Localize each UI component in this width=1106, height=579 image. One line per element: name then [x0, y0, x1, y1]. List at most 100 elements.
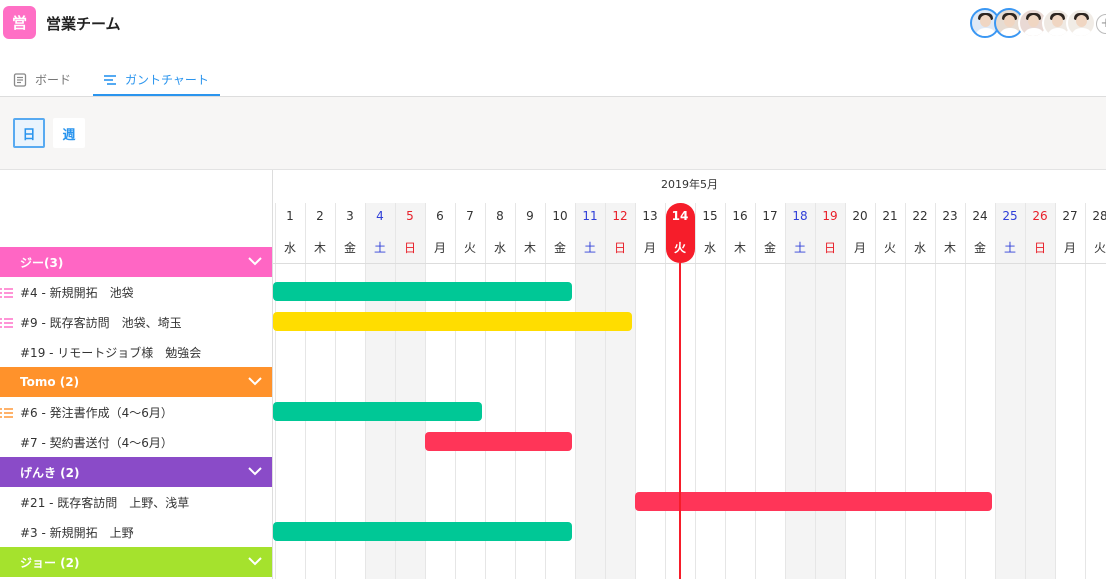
task-row[interactable]: #4 - 新規開拓 池袋 — [0, 277, 272, 307]
task-row[interactable]: #19 - リモートジョブ様 勉強会 — [0, 337, 272, 367]
timeline-header-divider — [273, 263, 1106, 264]
task-row[interactable]: #9 - 既存客訪問 池袋、埼玉 — [0, 307, 272, 337]
day-weekday: 月 — [433, 241, 446, 255]
day-weekday: 土 — [793, 241, 806, 255]
task-row[interactable]: #21 - 既存客訪問 上野、浅草 — [0, 487, 272, 517]
group-header[interactable]: ジー(3) — [0, 247, 272, 277]
task-bar[interactable] — [273, 522, 572, 541]
subtask-list-icon — [0, 407, 14, 418]
chevron-down-icon[interactable] — [248, 374, 262, 388]
day-weekday: 水 — [493, 241, 506, 255]
day-column — [575, 203, 605, 579]
tab-gantt[interactable]: ガントチャート — [103, 62, 209, 97]
day-column — [785, 203, 815, 579]
task-bar[interactable] — [273, 402, 482, 421]
day-weekday: 土 — [373, 241, 386, 255]
day-weekday: 金 — [553, 241, 566, 255]
chevron-down-icon[interactable] — [248, 254, 262, 268]
day-weekday: 木 — [313, 241, 326, 255]
gantt-icon — [103, 73, 117, 87]
day-number: 2 — [316, 209, 324, 223]
task-row[interactable]: #6 - 発注書作成（4〜6月） — [0, 397, 272, 427]
day-weekday: 木 — [523, 241, 536, 255]
view-tabs: ボード ガントチャート — [0, 62, 1106, 97]
scale-toolbar: 日 週 — [0, 97, 1106, 170]
day-column — [935, 203, 965, 579]
day-number: 1 — [286, 209, 294, 223]
day-number: 15 — [702, 209, 718, 223]
chevron-down-icon[interactable] — [248, 464, 262, 478]
day-number: 26 — [1032, 209, 1048, 223]
chevron-down-icon[interactable] — [248, 554, 262, 568]
day-column — [605, 203, 635, 579]
today-line — [679, 263, 681, 579]
task-label: #6 - 発注書作成（4〜6月） — [20, 405, 173, 420]
day-weekday: 金 — [763, 241, 776, 255]
day-number: 8 — [496, 209, 504, 223]
day-weekday: 月 — [853, 241, 866, 255]
day-weekday: 火 — [673, 241, 686, 255]
day-number: 4 — [376, 209, 384, 223]
day-number: 13 — [642, 209, 658, 223]
avatar[interactable] — [1066, 8, 1096, 38]
group-header[interactable]: ジョー (2) — [0, 547, 272, 577]
task-list-panel: ジー(3) #4 - 新規開拓 池袋 #9 - 既存客訪問 池袋、埼玉 #19 - リ… — [0, 170, 273, 579]
task-row[interactable]: #7 - 契約書送付（4〜6月） — [0, 427, 272, 457]
group-label: ジョー (2) — [20, 555, 80, 570]
day-number: 21 — [882, 209, 898, 223]
day-column — [905, 203, 935, 579]
task-bar[interactable] — [425, 432, 572, 451]
task-label: #3 - 新規開拓 上野 — [20, 525, 134, 540]
task-bar[interactable] — [273, 282, 572, 301]
task-bar[interactable] — [635, 492, 992, 511]
day-column — [875, 203, 905, 579]
day-number: 25 — [1002, 209, 1018, 223]
scale-day-button[interactable]: 日 — [13, 118, 45, 148]
group-label: げんき (2) — [20, 465, 80, 480]
day-number: 3 — [346, 209, 354, 223]
day-number: 28 — [1092, 209, 1106, 223]
day-number: 19 — [822, 209, 838, 223]
day-number: 18 — [792, 209, 808, 223]
day-column — [1085, 203, 1106, 579]
scale-week-button[interactable]: 週 — [53, 118, 85, 148]
day-weekday: 火 — [1093, 241, 1106, 255]
day-column — [635, 203, 665, 579]
task-label: #4 - 新規開拓 池袋 — [20, 285, 134, 300]
day-weekday: 木 — [943, 241, 956, 255]
day-column — [995, 203, 1025, 579]
day-column — [695, 203, 725, 579]
subtask-list-icon — [0, 317, 14, 328]
day-number: 5 — [406, 209, 414, 223]
gantt-timeline: 2019年5月 1 水 2 木 3 金 4 土 5 日 6 月 7 火 8 水 9 木 10 金 11 土 12 日 13 月 14… — [273, 170, 1106, 579]
day-number: 16 — [732, 209, 748, 223]
task-label: #9 - 既存客訪問 池袋、埼玉 — [20, 315, 182, 330]
page-title: 営業チーム — [46, 15, 121, 33]
day-column — [845, 203, 875, 579]
day-number: 20 — [852, 209, 868, 223]
day-number: 9 — [526, 209, 534, 223]
day-weekday: 火 — [883, 241, 896, 255]
active-tab-indicator — [93, 94, 220, 96]
task-bar[interactable] — [273, 312, 632, 331]
day-weekday: 土 — [1003, 241, 1016, 255]
tab-gantt-label: ガントチャート — [125, 73, 209, 87]
day-number: 24 — [972, 209, 988, 223]
day-number: 11 — [582, 209, 598, 223]
add-member-button[interactable]: + — [1096, 14, 1106, 34]
task-row[interactable]: #3 - 新規開拓 上野 — [0, 517, 272, 547]
task-label: #7 - 契約書送付（4〜6月） — [20, 435, 173, 450]
day-weekday: 月 — [643, 241, 656, 255]
day-number: 6 — [436, 209, 444, 223]
task-label: #21 - 既存客訪問 上野、浅草 — [20, 495, 190, 510]
group-header[interactable]: げんき (2) — [0, 457, 272, 487]
group-header[interactable]: Tomo (2) — [0, 367, 272, 397]
day-number: 12 — [612, 209, 628, 223]
day-number: 17 — [762, 209, 778, 223]
app-icon[interactable]: 営 — [3, 6, 36, 39]
day-number: 23 — [942, 209, 958, 223]
day-column — [965, 203, 995, 579]
tab-board[interactable]: ボード — [13, 62, 71, 97]
day-column — [725, 203, 755, 579]
day-number: 27 — [1062, 209, 1078, 223]
